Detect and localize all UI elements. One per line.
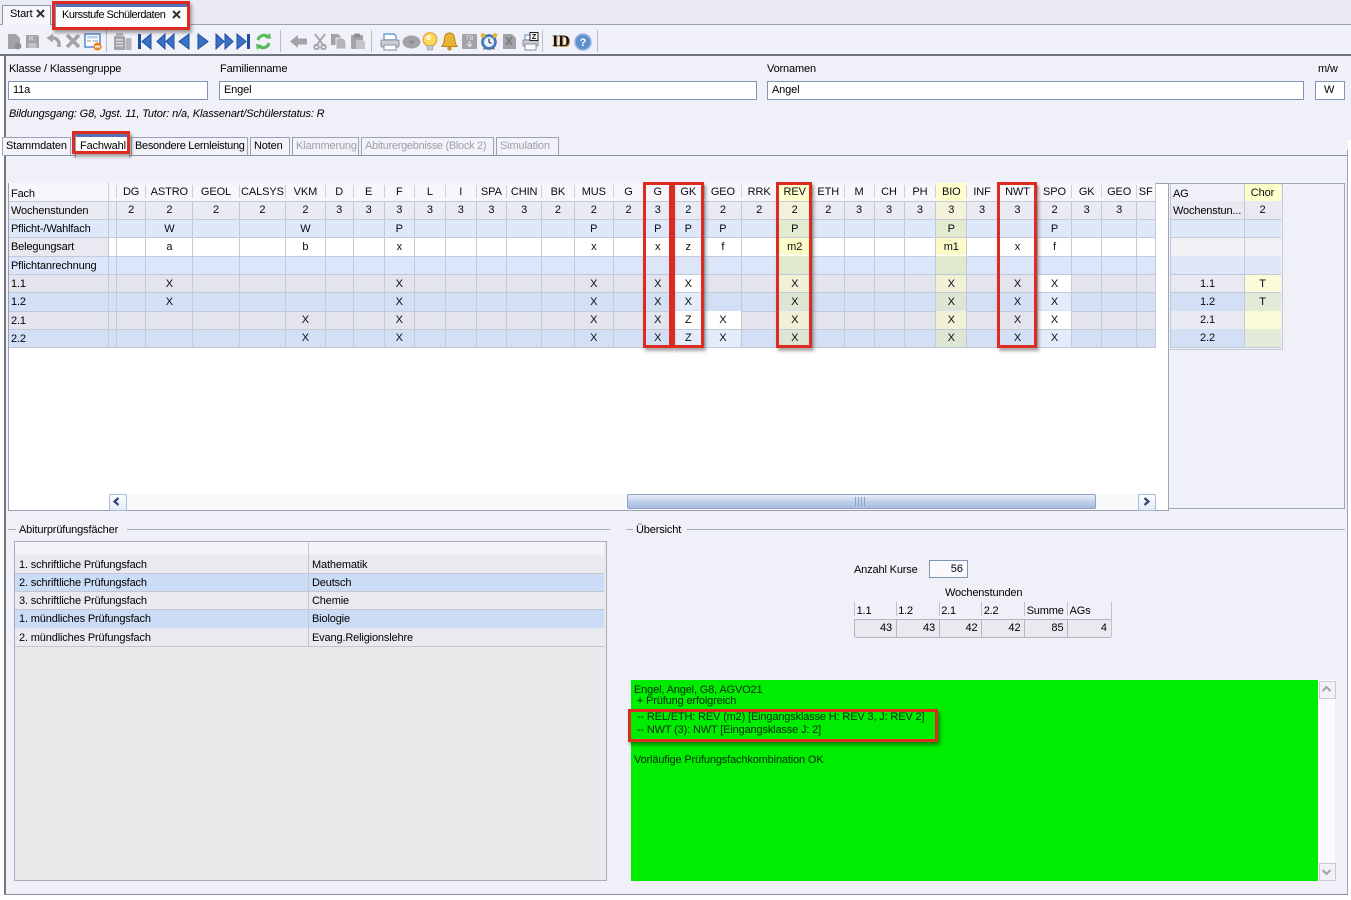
svg-text:Z: Z	[532, 32, 537, 41]
svg-text:?: ?	[580, 37, 587, 49]
